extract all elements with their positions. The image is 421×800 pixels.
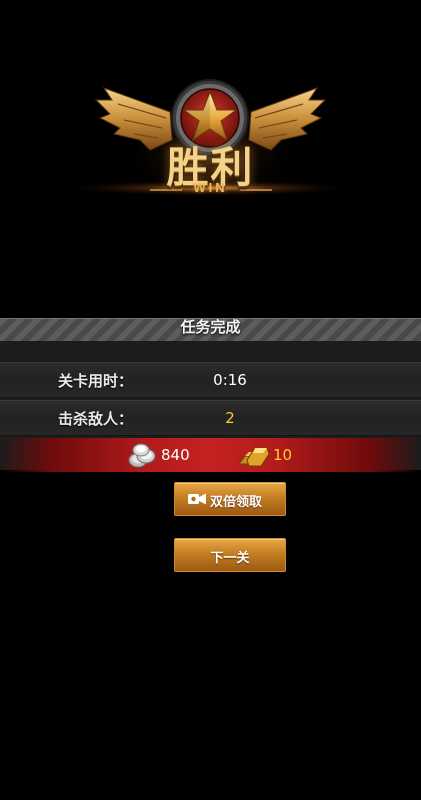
coins-reward-value: 840: [161, 446, 190, 464]
mission-complete-title: 任务完成: [180, 318, 241, 336]
victory-subtitle: WIN: [193, 180, 228, 195]
next-level-label: 下一关: [210, 551, 250, 566]
next-level-button[interactable]: 下一关: [174, 538, 286, 572]
victory-emblem: [0, 0, 421, 260]
stat-row-time: 关卡用时： 0:16: [0, 362, 421, 398]
wings-icon: [60, 79, 360, 210]
kills-label: 击杀敌人：: [58, 410, 134, 428]
silver-coins-icon: [128, 443, 156, 468]
gold-bars-icon: [238, 447, 270, 467]
gold-reward-value: 10: [273, 446, 293, 464]
time-label: 关卡用时：: [58, 372, 134, 390]
double-claim-label: 双倍领取: [209, 495, 262, 510]
double-claim-button[interactable]: 双倍领取: [174, 482, 286, 516]
reward-row: [0, 438, 421, 472]
time-value: 0:16: [213, 371, 247, 389]
stat-row-kills: 击杀敌人： 2: [0, 400, 421, 436]
kills-value: 2: [225, 409, 235, 427]
